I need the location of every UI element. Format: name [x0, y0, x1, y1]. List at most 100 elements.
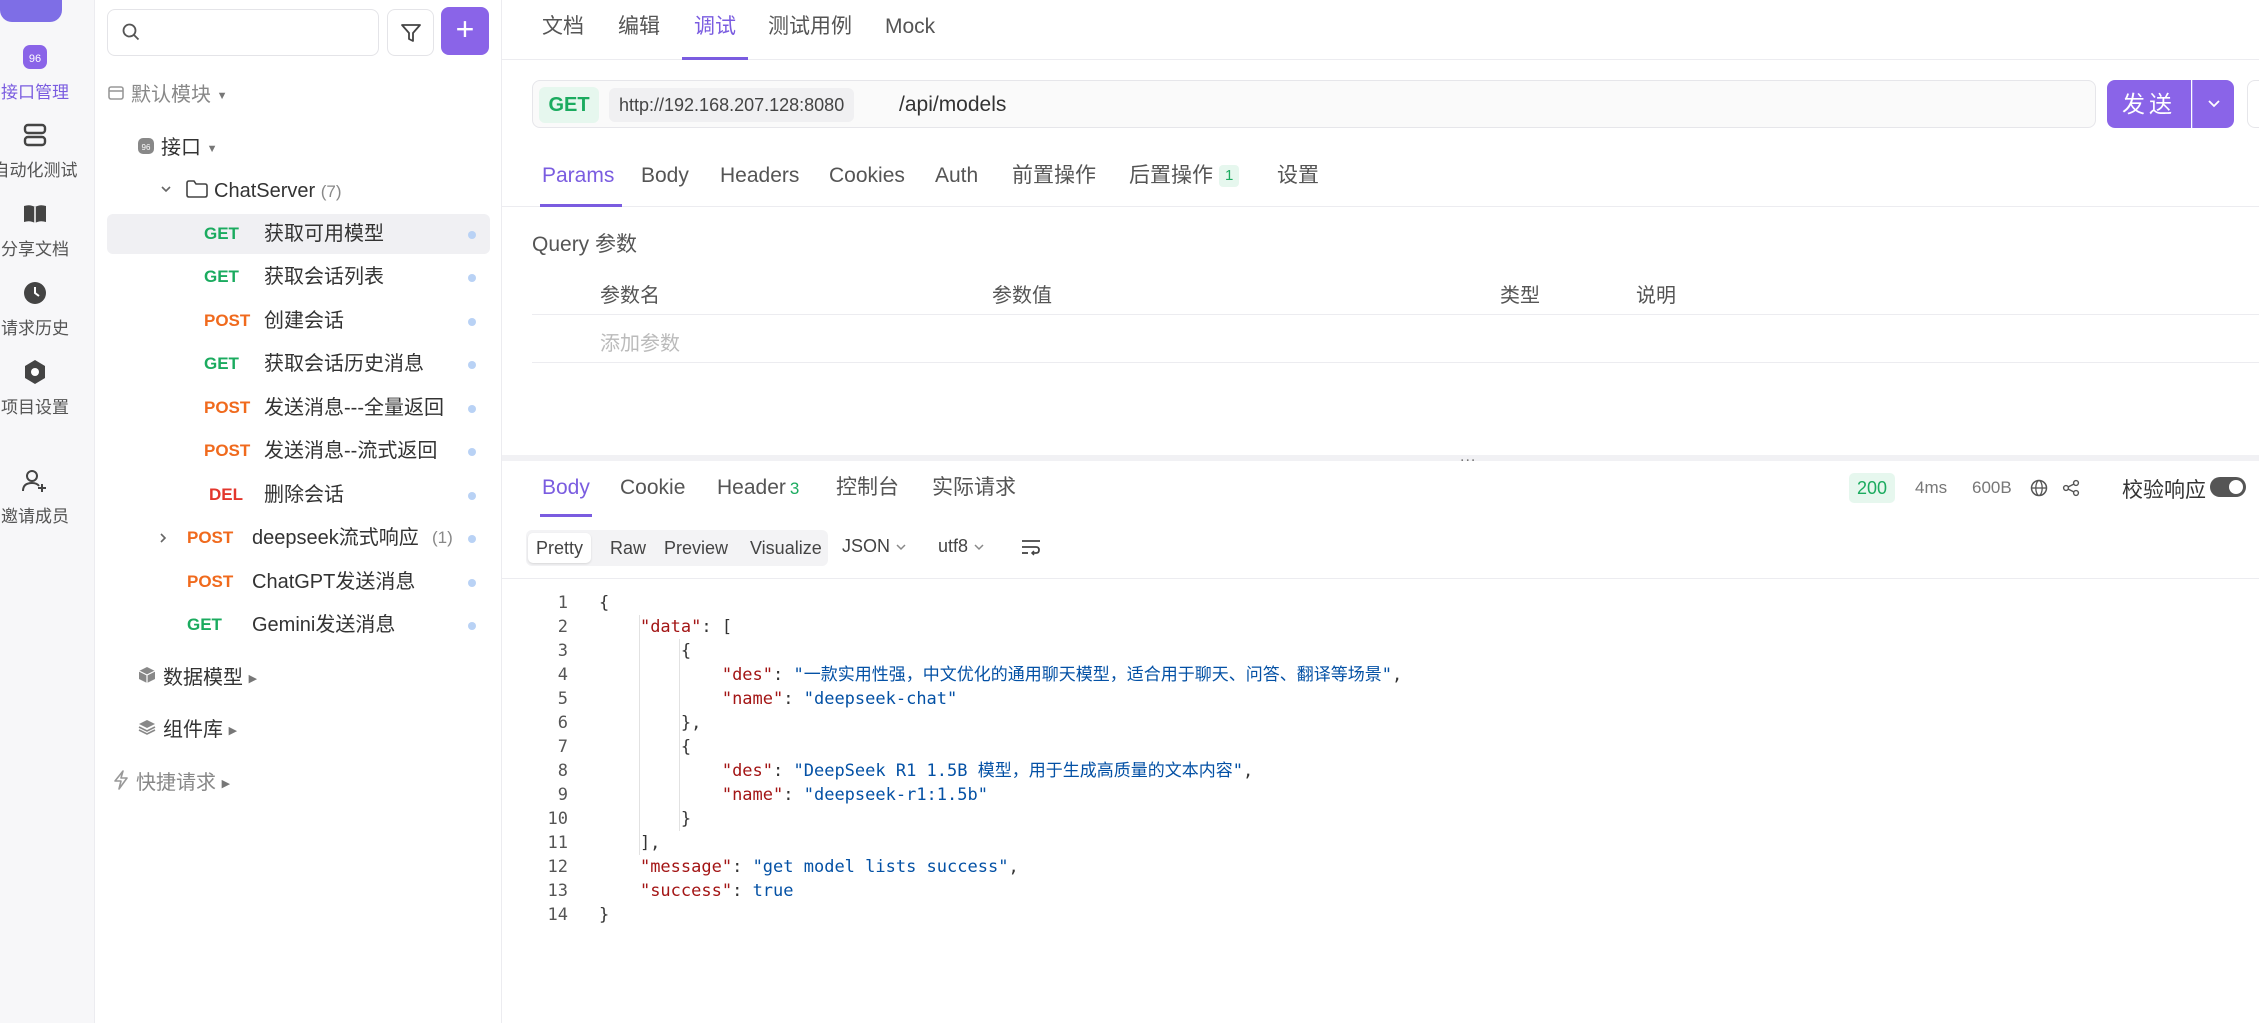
tree-search[interactable] — [107, 9, 379, 56]
filter-button[interactable] — [387, 9, 434, 56]
tab-pre-operation[interactable]: 前置操作 — [1012, 145, 1096, 207]
rail-item-invite-members[interactable]: 邀请成员 — [0, 466, 78, 527]
main-panel: 文档 编辑 调试 测试用例 Mock GET http://192.168.20… — [502, 0, 2259, 1023]
tree-item[interactable]: GET Gemini发送消息 — [107, 605, 490, 645]
line-number: 1 — [522, 591, 568, 615]
send-dropdown-button[interactable] — [2192, 80, 2234, 128]
quick-request-node[interactable]: 快捷请求 ▶ — [112, 763, 230, 803]
tree-item[interactable]: GET 获取可用模型 — [107, 214, 490, 254]
components-node[interactable]: 组件库 ▶ — [137, 710, 237, 750]
tree-item[interactable]: DEL 删除会话 — [107, 475, 490, 515]
path-input[interactable] — [897, 87, 1897, 123]
lightning-icon — [112, 764, 130, 804]
host-chip[interactable]: http://192.168.207.128:8080 — [609, 88, 854, 122]
tree-item-count: (1) — [432, 518, 453, 558]
response-time: 4ms — [1915, 478, 1947, 498]
data-model-node[interactable]: 数据模型 ▶ — [137, 658, 257, 698]
view-mode-segmented: Pretty Raw Preview Visualize — [526, 530, 828, 566]
folder-chatserver[interactable]: ChatServer (7) — [160, 171, 342, 211]
search-input[interactable] — [150, 18, 370, 48]
validate-response-toggle[interactable] — [2210, 477, 2246, 497]
tab-response-header[interactable]: Header3 — [717, 461, 799, 517]
code-text: } — [599, 807, 691, 831]
method-badge: GET — [204, 214, 239, 254]
tree-item[interactable]: POST 发送消息--流式返回 — [107, 431, 490, 471]
view-visualize[interactable]: Visualize — [742, 533, 830, 563]
method-badge: POST — [204, 431, 250, 471]
api-root-node[interactable]: 96接口 ▼ — [137, 128, 217, 168]
tab-response-body[interactable]: Body — [540, 461, 592, 517]
indent-guide — [679, 639, 680, 831]
tab-body[interactable]: Body — [641, 145, 689, 207]
method-badge: POST — [204, 388, 250, 428]
globe-icon[interactable] — [2030, 479, 2048, 503]
tab-actual-request[interactable]: 实际请求 — [932, 461, 1016, 517]
word-wrap-icon[interactable] — [1020, 537, 1042, 563]
url-bar: GET http://192.168.207.128:8080 — [532, 80, 2096, 128]
rail-item-automation[interactable]: 自动化测试 — [0, 120, 78, 181]
tab-auth[interactable]: Auth — [935, 145, 978, 207]
default-module-label: 默认模块 — [131, 84, 211, 106]
tab-post-operation[interactable]: 后置操作1 — [1129, 145, 1239, 207]
send-button[interactable]: 发送 — [2107, 80, 2191, 128]
add-button[interactable]: + — [441, 7, 489, 55]
tab-console[interactable]: 控制台 — [836, 461, 899, 517]
tab-settings[interactable]: 设置 — [1277, 145, 1319, 207]
tab-response-cookie[interactable]: Cookie — [620, 461, 685, 517]
rail-item-history[interactable]: 请求历史 — [0, 278, 78, 339]
tab-mock[interactable]: Mock — [885, 0, 935, 60]
code-text: "message": "get model lists success", — [599, 855, 1019, 879]
share-icon[interactable] — [2062, 479, 2080, 503]
view-preview[interactable]: Preview — [656, 533, 736, 563]
rail-label: 请求历史 — [0, 314, 78, 339]
tree-item[interactable]: POST 发送消息---全量返回 — [107, 388, 490, 428]
tree-item-name: 获取可用模型 — [264, 214, 384, 254]
rail-item-project-settings[interactable]: 项目设置 — [0, 357, 78, 418]
status-dot — [468, 622, 476, 630]
caret-down-icon: ▼ — [217, 76, 228, 116]
line-number: 13 — [522, 879, 568, 903]
filter-icon — [400, 22, 422, 44]
line-number: 2 — [522, 615, 568, 639]
rail-item-api-management[interactable]: 96 接口管理 — [0, 42, 78, 103]
view-pretty[interactable]: Pretty — [528, 533, 591, 563]
caret-right-icon: ▶ — [229, 711, 237, 751]
encoding-select[interactable]: utf8 — [938, 536, 985, 557]
tab-headers[interactable]: Headers — [720, 145, 799, 207]
method-select[interactable]: GET — [539, 87, 599, 123]
status-dot — [468, 274, 476, 282]
folder-count: (7) — [321, 182, 342, 201]
tab-cookies[interactable]: Cookies — [829, 145, 905, 207]
left-rail: 96 接口管理 自动化测试 分享文档 请求历史 项目设置 邀请成员 — [0, 0, 95, 1023]
view-raw[interactable]: Raw — [602, 533, 654, 563]
indent-guide — [639, 615, 640, 855]
code-text: ], — [599, 831, 660, 855]
query-params-title: Query 参数 — [532, 228, 637, 258]
tab-edit[interactable]: 编辑 — [618, 0, 660, 60]
rail-item-share-docs[interactable]: 分享文档 — [0, 199, 78, 260]
add-param-placeholder[interactable]: 添加参数 — [600, 327, 680, 356]
format-select[interactable]: JSON — [842, 536, 907, 557]
tree-item[interactable]: GET 获取会话历史消息 — [107, 344, 490, 384]
code-text: }, — [599, 711, 701, 735]
encoding-value: utf8 — [938, 536, 968, 556]
tab-docs[interactable]: 文档 — [542, 0, 584, 60]
tab-test-cases[interactable]: 测试用例 — [768, 0, 852, 60]
response-code-editor[interactable]: 1{2 "data": [3 {4 "des": "一款实用性强，中文优化的通用… — [502, 578, 2259, 579]
add-param-row[interactable]: 添加参数 — [532, 315, 2259, 363]
tree-item[interactable]: GET 获取会话列表 — [107, 257, 490, 297]
default-module-node[interactable]: 默认模块 ▼ — [107, 75, 227, 115]
tree-item-folder[interactable]: POST deepseek流式响应 (1) — [107, 518, 490, 558]
tree-item[interactable]: POST ChatGPT发送消息 — [107, 562, 490, 602]
tree-item-name: deepseek流式响应 — [252, 518, 419, 558]
tab-debug[interactable]: 调试 — [682, 0, 748, 60]
caret-right-icon: ▶ — [249, 659, 257, 699]
method-badge: GET — [204, 344, 239, 384]
extra-button[interactable] — [2247, 80, 2259, 128]
code-text: { — [599, 639, 691, 663]
format-value: JSON — [842, 536, 890, 556]
app-logo — [0, 0, 62, 22]
tab-params[interactable]: Params — [540, 145, 622, 207]
tree-item[interactable]: POST 创建会话 — [107, 301, 490, 341]
code-text: } — [599, 903, 609, 927]
